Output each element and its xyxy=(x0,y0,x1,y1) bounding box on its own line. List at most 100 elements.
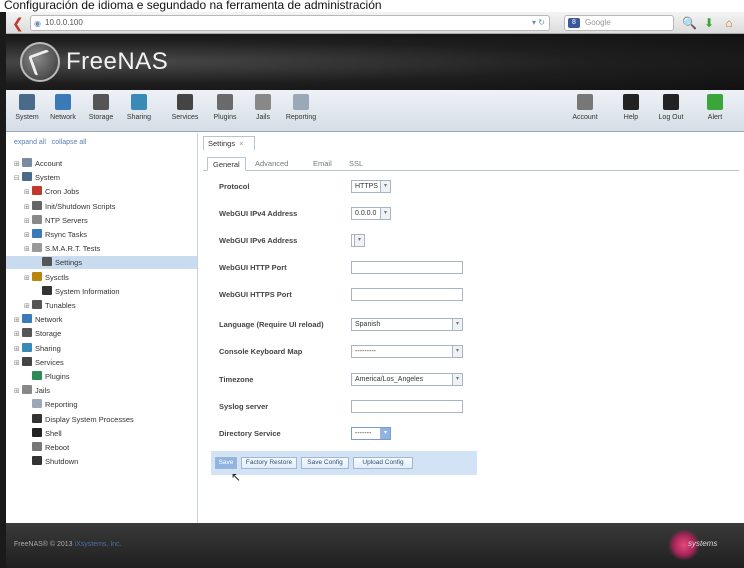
chevron-down-icon[interactable]: ▾ xyxy=(452,319,462,330)
tree-toggle-icon[interactable] xyxy=(24,399,32,412)
tree-toggle-icon[interactable]: ⊞ xyxy=(24,229,32,242)
tree-toggle-icon[interactable]: ⊞ xyxy=(14,328,22,341)
home-icon[interactable]: ⌂ xyxy=(722,15,736,31)
sidebar-item-services[interactable]: ⊞ Services xyxy=(14,356,64,369)
sidebar-item-rsync-tasks[interactable]: ⊞ Rsync Tasks xyxy=(24,228,87,241)
download-icon[interactable]: ⬇ xyxy=(702,15,716,31)
tree-toggle-icon[interactable]: ⊞ xyxy=(14,357,22,370)
search-engine-icon[interactable]: 8 xyxy=(568,18,580,28)
chevron-down-icon[interactable]: ▾ xyxy=(452,374,462,385)
toolbar-services-button[interactable]: Services xyxy=(166,94,204,128)
sidebar-item-settings[interactable]: Settings xyxy=(6,256,197,270)
tree-toggle-icon[interactable] xyxy=(24,442,32,455)
language-require-ui-reload-label: Language (Require UI reload) xyxy=(219,320,324,329)
back-arrow-icon[interactable]: ❮ xyxy=(12,15,28,31)
chevron-down-icon[interactable]: ▾ xyxy=(354,235,364,246)
tree-toggle-icon[interactable]: ⊞ xyxy=(14,314,22,327)
collapse-all-link[interactable]: collapse all xyxy=(52,139,87,146)
sidebar-item-cron-jobs[interactable]: ⊞ Cron Jobs xyxy=(24,185,79,198)
sidebar-item-account[interactable]: ⊞ Account xyxy=(14,157,62,170)
tab-settings[interactable]: Settings × xyxy=(203,136,255,150)
webgui-ipv4-address-select[interactable]: 0.0.0.0 ▾ xyxy=(351,207,391,220)
toolbar-help-button[interactable]: Help xyxy=(612,94,650,128)
tree-node-icon xyxy=(22,356,32,366)
subtab-ssl[interactable]: SSL xyxy=(349,157,363,171)
toolbar-log-out-button[interactable]: Log Out xyxy=(652,94,690,128)
upload-config-button[interactable]: Upload Config xyxy=(353,457,413,469)
subtab-email[interactable]: Email xyxy=(313,157,332,171)
tree-toggle-icon[interactable] xyxy=(24,456,32,469)
close-tab-icon[interactable]: × xyxy=(239,139,243,148)
tree-toggle-icon[interactable]: ⊞ xyxy=(24,201,32,214)
webgui-ipv6-address-select[interactable]: -▾ xyxy=(351,234,365,247)
sidebar-item-sysctls[interactable]: ⊞ Sysctls xyxy=(24,271,69,284)
search-box[interactable]: 8 Google xyxy=(564,15,674,31)
language-require-ui-reload-value: Spanish xyxy=(355,321,381,328)
webgui-https-port-input[interactable] xyxy=(351,288,463,301)
chevron-down-icon[interactable]: ▾ xyxy=(380,208,390,219)
protocol-select[interactable]: HTTPS ▾ xyxy=(351,180,391,193)
save-button[interactable]: Save xyxy=(215,457,237,469)
toolbar-storage-button[interactable]: Storage xyxy=(82,94,120,128)
toolbar-reporting-button[interactable]: Reporting xyxy=(282,94,320,128)
tree-toggle-icon[interactable] xyxy=(24,371,32,384)
tree-toggle-icon[interactable]: ⊞ xyxy=(14,343,22,356)
subtab-general[interactable]: General xyxy=(207,157,246,171)
sidebar-item-init-shutdown-scripts[interactable]: ⊞ Init/Shutdown Scripts xyxy=(24,200,115,213)
tree-toggle-icon[interactable]: ⊞ xyxy=(14,385,22,398)
tree-toggle-icon[interactable]: ⊞ xyxy=(24,215,32,228)
sidebar-item-sharing[interactable]: ⊞ Sharing xyxy=(14,342,61,355)
toolbar-system-button[interactable]: System xyxy=(8,94,46,128)
sidebar-item-system[interactable]: ⊟ System xyxy=(14,171,60,184)
sidebar-item-shutdown[interactable]: Shutdown xyxy=(24,455,78,468)
toolbar-sharing-button[interactable]: Sharing xyxy=(120,94,158,128)
factory-restore-button[interactable]: Factory Restore xyxy=(241,457,297,469)
sidebar-item-jails[interactable]: ⊞ Jails xyxy=(14,384,50,397)
sidebar-item-system-information[interactable]: System Information xyxy=(34,285,120,298)
sidebar-item-tunables[interactable]: ⊞ Tunables xyxy=(24,299,76,312)
toolbar-account-button[interactable]: Account xyxy=(566,94,604,128)
company-link[interactable]: iXsystems, Inc. xyxy=(75,541,122,548)
subtab-advanced[interactable]: Advanced xyxy=(255,157,288,171)
console-keyboard-map-select[interactable]: --------- ▾ xyxy=(351,345,463,358)
magnifier-icon[interactable]: 🔍 xyxy=(682,15,697,31)
tree-toggle-icon[interactable] xyxy=(24,428,32,441)
sidebar-item-network[interactable]: ⊞ Network xyxy=(14,313,63,326)
sidebar: expand all collapse all ⊞ Account ⊟ System ⊞… xyxy=(6,133,198,523)
sidebar-item-storage[interactable]: ⊞ Storage xyxy=(14,327,61,340)
ixsystems-logo-icon[interactable]: systems xyxy=(668,529,717,561)
language-require-ui-reload-select[interactable]: Spanish ▾ xyxy=(351,318,463,331)
tree-toggle-icon[interactable]: ⊞ xyxy=(24,186,32,199)
chevron-down-icon[interactable]: ▾ xyxy=(380,181,390,192)
tree-toggle-icon[interactable] xyxy=(34,286,42,299)
sidebar-item-display-system-processes[interactable]: Display System Processes xyxy=(24,413,134,426)
tree-toggle-icon[interactable]: ⊟ xyxy=(14,172,22,185)
chevron-down-icon[interactable]: ▾ xyxy=(380,428,390,439)
tree-toggle-icon[interactable] xyxy=(24,414,32,427)
save-config-button[interactable]: Save Config xyxy=(301,457,349,469)
tree-toggle-icon[interactable]: ⊞ xyxy=(24,272,32,285)
address-bar[interactable]: ◉ 10.0.0.100 xyxy=(30,15,550,31)
sidebar-item-reporting[interactable]: Reporting xyxy=(24,398,78,411)
tree-toggle-icon[interactable]: ⊞ xyxy=(24,243,32,256)
sidebar-item-shell[interactable]: Shell xyxy=(24,427,62,440)
sidebar-item-ntp-servers[interactable]: ⊞ NTP Servers xyxy=(24,214,88,227)
directory-service-select[interactable]: ------- ▾ xyxy=(351,427,391,440)
toolbar-alert-button[interactable]: Alert xyxy=(696,94,734,128)
sidebar-item-plugins[interactable]: Plugins xyxy=(24,370,70,383)
expand-all-link[interactable]: expand all xyxy=(14,139,46,146)
sidebar-item-reboot[interactable]: Reboot xyxy=(24,441,69,454)
chevron-down-icon[interactable]: ▾ xyxy=(452,346,462,357)
toolbar-plugins-button[interactable]: Plugins xyxy=(206,94,244,128)
timezone-select[interactable]: America/Los_Angeles ▾ xyxy=(351,373,463,386)
tree-toggle-icon[interactable] xyxy=(34,257,42,270)
tree-toggle-icon[interactable]: ⊞ xyxy=(14,158,22,171)
toolbar-label: Storage xyxy=(88,114,114,121)
sidebar-item-s-m-a-r-t-tests[interactable]: ⊞ S.M.A.R.T. Tests xyxy=(24,242,100,255)
reload-icon[interactable]: ▾ ↻ xyxy=(532,15,545,31)
toolbar-jails-button[interactable]: Jails xyxy=(244,94,282,128)
syslog-server-input[interactable] xyxy=(351,400,463,413)
toolbar-network-button[interactable]: Network xyxy=(44,94,82,128)
webgui-http-port-input[interactable] xyxy=(351,261,463,274)
tree-toggle-icon[interactable]: ⊞ xyxy=(24,300,32,313)
